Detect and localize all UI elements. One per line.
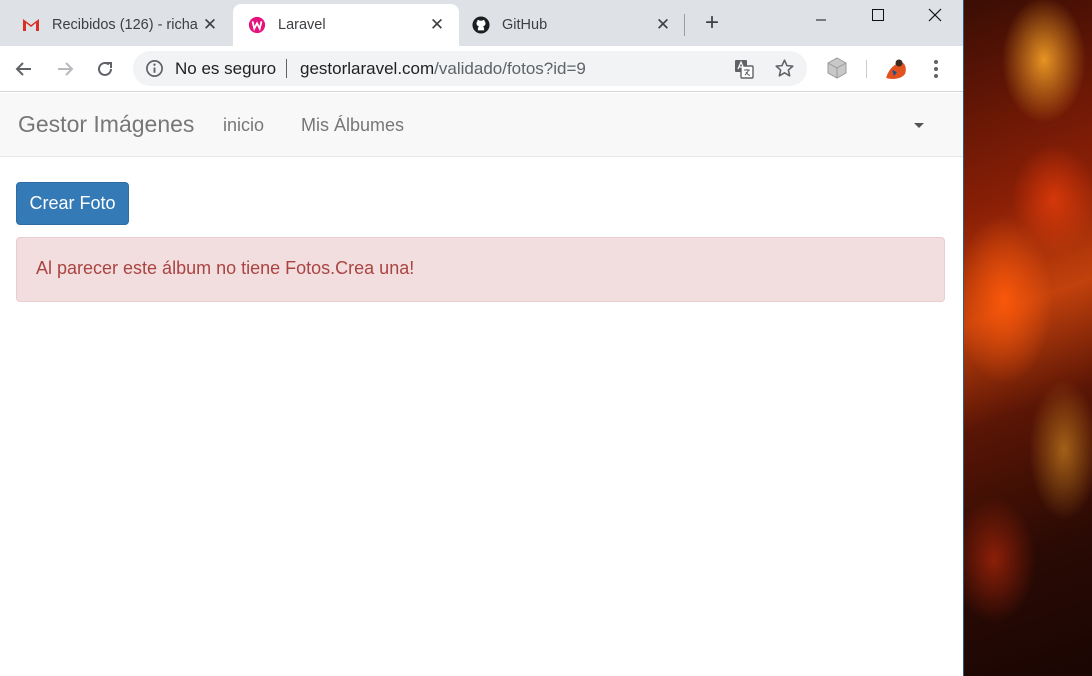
info-icon[interactable] <box>145 59 164 78</box>
avatar-icon <box>886 59 906 79</box>
address-bar[interactable]: No es seguro gestorlaravel.com/validado/… <box>133 51 807 86</box>
arrow-right-icon <box>58 62 74 76</box>
menu-button[interactable] <box>926 57 946 81</box>
arrow-left-icon <box>15 62 31 76</box>
tab-github[interactable]: GitHub ✕ <box>459 4 685 46</box>
profile-avatar[interactable] <box>883 56 909 82</box>
dropdown-caret-icon[interactable] <box>914 123 924 128</box>
nav-link-inicio[interactable]: inicio <box>223 115 264 136</box>
create-photo-button[interactable]: Crear Foto <box>16 182 129 225</box>
site-navbar: Gestor Imágenes inicio Mis Álbumes <box>0 93 963 157</box>
tab-title: Laravel <box>278 17 326 33</box>
maximize-button[interactable] <box>849 0 906 30</box>
security-label[interactable]: No es seguro <box>175 59 276 79</box>
github-icon <box>472 16 490 34</box>
tab-separator <box>684 14 685 36</box>
tab-title: GitHub <box>502 17 548 33</box>
nav-link-mis-albumes[interactable]: Mis Álbumes <box>301 115 404 136</box>
address-divider <box>286 59 287 78</box>
browser-toolbar: No es seguro gestorlaravel.com/validado/… <box>0 46 963 92</box>
toolbar-separator <box>866 60 867 78</box>
close-icon[interactable]: ✕ <box>653 15 673 35</box>
tab-gmail[interactable]: Recibidos (126) - richa ✕ <box>0 4 232 46</box>
navbar-brand[interactable]: Gestor Imágenes <box>18 111 194 138</box>
extension-cube-icon[interactable] <box>825 56 849 80</box>
url-text[interactable]: gestorlaravel.com/validado/fotos?id=9 <box>300 59 586 79</box>
close-icon[interactable]: ✕ <box>427 15 447 35</box>
star-icon[interactable] <box>774 58 795 79</box>
reload-icon <box>98 61 112 76</box>
translate-icon[interactable] <box>734 59 754 79</box>
desktop-wallpaper <box>963 0 1092 676</box>
gmail-icon <box>22 16 40 34</box>
close-window-button[interactable] <box>906 0 963 30</box>
forward-button[interactable] <box>52 56 78 82</box>
close-icon <box>928 8 941 22</box>
back-button[interactable] <box>11 56 37 82</box>
new-tab-button[interactable]: + <box>700 11 724 36</box>
url-path: /validado/fotos?id=9 <box>434 59 586 78</box>
minimize-button[interactable] <box>792 0 849 30</box>
minimize-icon <box>815 19 826 21</box>
browser-window: Recibidos (126) - richa ✕ Laravel ✕ GitH… <box>0 0 963 676</box>
tab-strip: Recibidos (126) - richa ✕ Laravel ✕ GitH… <box>0 0 963 46</box>
maximize-icon <box>871 9 884 21</box>
laravel-icon <box>248 16 266 34</box>
menu-dot <box>934 67 938 71</box>
menu-dot <box>934 74 938 78</box>
web-page: Gestor Imágenes inicio Mis Álbumes Crear… <box>0 93 963 676</box>
tab-laravel[interactable]: Laravel ✕ <box>233 4 459 46</box>
reload-button[interactable] <box>92 56 118 82</box>
close-icon[interactable]: ✕ <box>200 15 220 35</box>
tab-title: Recibidos (126) - richa <box>52 17 198 33</box>
empty-album-alert: Al parecer este álbum no tiene Fotos.Cre… <box>16 237 945 302</box>
url-host: gestorlaravel.com <box>300 59 435 78</box>
menu-dot <box>934 60 938 64</box>
